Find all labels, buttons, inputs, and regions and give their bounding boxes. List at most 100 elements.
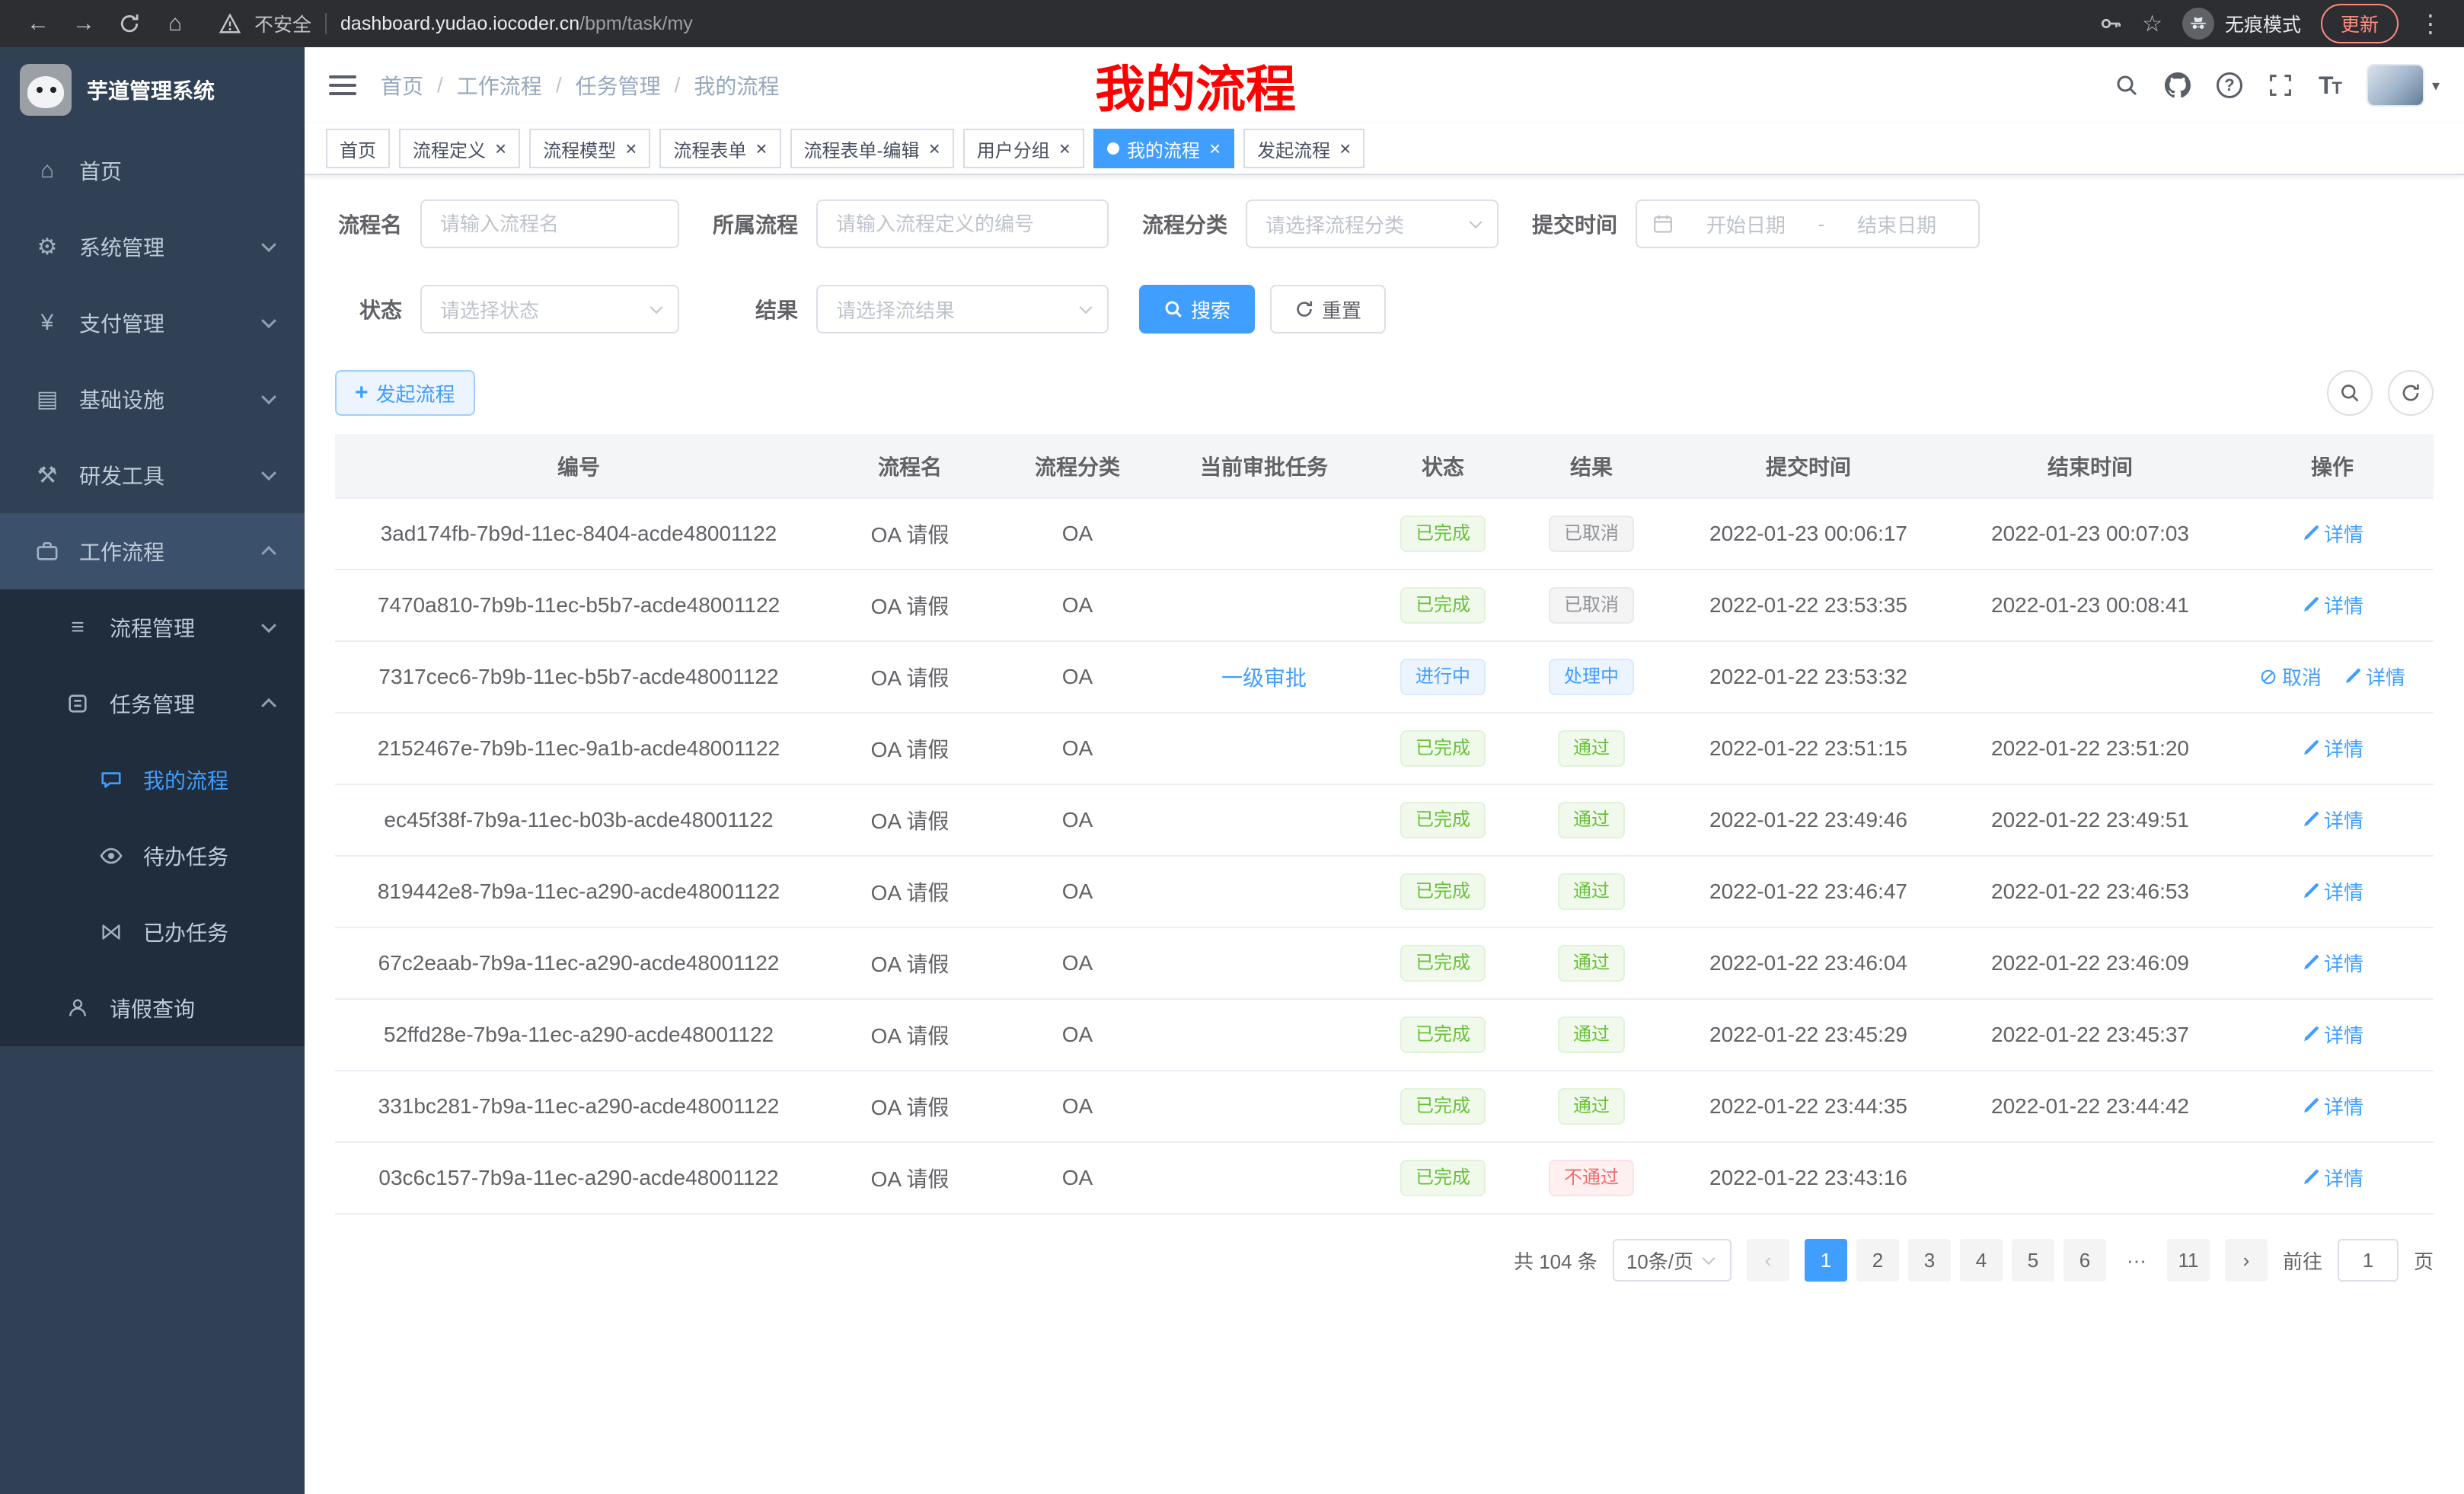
tab-start-process[interactable]: 发起流程× xyxy=(1243,129,1364,168)
chevron-down-icon xyxy=(261,389,276,404)
submit-time-range[interactable]: 开始日期 - 结束日期 xyxy=(1636,200,1980,248)
fullscreen-icon[interactable] xyxy=(2268,73,2293,97)
detail-button[interactable]: 详情 xyxy=(2301,949,2363,977)
detail-button[interactable]: 详情 xyxy=(2343,662,2405,691)
detail-button[interactable]: 详情 xyxy=(2301,877,2363,905)
search-icon[interactable] xyxy=(2115,73,2139,97)
page-button[interactable]: 6 xyxy=(2063,1239,2106,1282)
close-icon[interactable]: × xyxy=(1059,139,1071,158)
detail-button[interactable]: 详情 xyxy=(2301,806,2363,834)
tab-user-group[interactable]: 用户分组× xyxy=(963,129,1084,168)
tab-process-form[interactable]: 流程表单× xyxy=(659,129,780,168)
close-icon[interactable]: × xyxy=(1209,139,1221,158)
sidebar-item-home[interactable]: ⌂首页 xyxy=(0,132,305,209)
back-icon[interactable]: ← xyxy=(15,4,61,43)
close-icon[interactable]: × xyxy=(495,139,506,158)
page-button[interactable]: 1 xyxy=(1805,1239,1847,1282)
password-key-icon[interactable] xyxy=(2099,12,2122,35)
github-icon[interactable] xyxy=(2165,72,2191,98)
breadcrumb-item[interactable]: 任务管理 xyxy=(576,70,661,101)
sidebar-item-process-management[interactable]: ≡流程管理 xyxy=(0,589,305,666)
sidebar-item-payment[interactable]: ¥支付管理 xyxy=(0,285,305,361)
tab-process-model[interactable]: 流程模型× xyxy=(529,129,650,168)
tab-process-form-edit[interactable]: 流程表单-编辑× xyxy=(790,129,954,168)
detail-button[interactable]: 详情 xyxy=(2301,591,2363,619)
row-id: 3ad174fb-7b9d-11ec-8404-acde48001122 xyxy=(335,498,822,570)
reload-icon[interactable] xyxy=(107,4,152,43)
sidebar-item-my-process[interactable]: 我的流程 xyxy=(0,742,305,818)
tab-label: 首页 xyxy=(340,136,376,162)
page-size-select[interactable]: 10条/页 xyxy=(1613,1239,1732,1282)
task-link[interactable]: 一级审批 xyxy=(1221,666,1307,690)
sidebar-item-todo-tasks[interactable]: 待办任务 xyxy=(0,818,305,894)
forward-icon[interactable]: → xyxy=(61,4,107,43)
user-menu[interactable]: ▾ xyxy=(2367,64,2440,107)
detail-button[interactable]: 详情 xyxy=(2301,1020,2363,1049)
close-icon[interactable]: × xyxy=(755,139,767,158)
process-category: OA xyxy=(997,927,1157,999)
update-button[interactable]: 更新 xyxy=(2321,4,2399,43)
detail-button[interactable]: 详情 xyxy=(2301,734,2363,762)
table-row: 52ffd28e-7b9a-11ec-a290-acde48001122OA 请… xyxy=(335,999,2434,1071)
help-icon[interactable]: ? xyxy=(2217,72,2242,98)
sidebar-item-done-tasks[interactable]: 已办任务 xyxy=(0,894,305,970)
filter-label: 结果 xyxy=(710,294,816,324)
sidebar-item-leave-query[interactable]: 请假查询 xyxy=(0,970,305,1046)
detail-button[interactable]: 详情 xyxy=(2301,1164,2363,1192)
page-button[interactable]: 2 xyxy=(1856,1239,1899,1282)
browser-menu-icon[interactable]: ⋮ xyxy=(2418,9,2443,38)
prev-page-button[interactable]: ‹ xyxy=(1747,1239,1789,1282)
detail-button[interactable]: 详情 xyxy=(2301,1092,2363,1120)
sidebar-item-workflow[interactable]: 工作流程 xyxy=(0,513,305,589)
process-key-input[interactable] xyxy=(816,200,1109,248)
breadcrumb-item[interactable]: 首页 xyxy=(381,70,423,101)
tab-home[interactable]: 首页 xyxy=(326,129,390,168)
tab-my-process[interactable]: 我的流程× xyxy=(1093,129,1234,168)
bookmark-star-icon[interactable]: ☆ xyxy=(2142,11,2162,37)
cancel-button[interactable]: 取消 xyxy=(2259,662,2322,691)
process-category: OA xyxy=(997,570,1157,641)
close-icon[interactable]: × xyxy=(1339,139,1351,158)
status-cell: 已完成 xyxy=(1371,713,1515,784)
address-bar[interactable]: 不安全 dashboard.yudao.iocoder.cn/bpm/task/… xyxy=(219,10,2099,37)
logo[interactable]: 芋道管理系统 xyxy=(0,47,305,132)
font-size-icon[interactable]: TT xyxy=(2319,72,2341,100)
result-select[interactable]: 请选择流结果 xyxy=(816,285,1109,334)
status-tag: 已完成 xyxy=(1400,1017,1486,1053)
sidebar-item-task-management[interactable]: 任务管理 xyxy=(0,666,305,742)
page-button[interactable]: 11 xyxy=(2167,1239,2210,1282)
reset-button[interactable]: 重置 xyxy=(1270,285,1386,334)
toggle-search-button[interactable] xyxy=(2327,370,2373,416)
start-process-button[interactable]: + 发起流程 xyxy=(335,370,475,416)
end-time: 2022-01-23 00:07:03 xyxy=(1949,498,2231,570)
next-page-button[interactable]: › xyxy=(2225,1239,2268,1282)
avatar[interactable] xyxy=(2367,64,2424,107)
goto-page-input[interactable] xyxy=(2338,1239,2399,1282)
search-button[interactable]: 搜索 xyxy=(1139,285,1255,334)
detail-button[interactable]: 详情 xyxy=(2301,519,2363,547)
process-name: OA 请假 xyxy=(822,1071,997,1142)
page-button[interactable]: 3 xyxy=(1908,1239,1951,1282)
status-select[interactable]: 请选择状态 xyxy=(420,285,679,334)
sidebar-item-infrastructure[interactable]: ▤基础设施 xyxy=(0,361,305,437)
sidebar-item-label: 待办任务 xyxy=(143,841,228,871)
sidebar-item-system[interactable]: ⚙系统管理 xyxy=(0,209,305,285)
hamburger-icon[interactable] xyxy=(329,75,356,95)
breadcrumb-item[interactable]: 工作流程 xyxy=(457,70,542,101)
process-name-input[interactable] xyxy=(420,200,679,248)
submit-time: 2022-01-22 23:53:32 xyxy=(1668,641,1949,713)
close-icon[interactable]: × xyxy=(929,139,940,158)
detail-icon xyxy=(2301,596,2319,615)
close-icon[interactable]: × xyxy=(625,139,637,158)
page-button[interactable]: 4 xyxy=(1960,1239,2003,1282)
tab-process-definition[interactable]: 流程定义× xyxy=(399,129,520,168)
refresh-table-button[interactable] xyxy=(2388,370,2434,416)
action-label: 详情 xyxy=(2324,949,2363,977)
browser-home-icon[interactable]: ⌂ xyxy=(152,4,198,43)
sidebar-item-devtools[interactable]: ⚒研发工具 xyxy=(0,437,305,513)
current-task xyxy=(1157,1142,1371,1214)
chevron-down-icon xyxy=(261,237,276,252)
sidebar-menu: ⌂首页⚙系统管理¥支付管理▤基础设施⚒研发工具工作流程≡流程管理任务管理我的流程… xyxy=(0,132,305,1046)
process-category-select[interactable]: 请选择流程分类 xyxy=(1246,200,1499,248)
page-button[interactable]: 5 xyxy=(2012,1239,2054,1282)
